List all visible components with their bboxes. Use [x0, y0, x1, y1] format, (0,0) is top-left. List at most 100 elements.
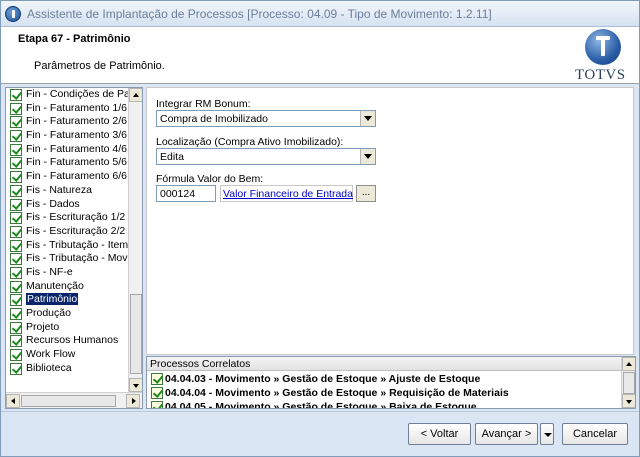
tree-horizontal-scrollbar[interactable] — [6, 392, 142, 408]
tree-item-label: Fin - Faturamento 1/6 — [26, 101, 127, 114]
chevron-down-icon[interactable] — [360, 111, 375, 126]
localizacao-label: Localização (Compra Ativo Imobilizado): — [156, 136, 344, 148]
checkbox-checked-icon[interactable] — [10, 239, 22, 252]
integrar-select[interactable]: Compra de Imobilizado — [156, 110, 376, 127]
formula-lookup-button[interactable]: ... — [356, 185, 376, 202]
scroll-up-icon[interactable] — [129, 88, 142, 102]
checkbox-checked-icon[interactable] — [10, 266, 22, 279]
checkbox-checked-icon[interactable] — [10, 198, 22, 211]
title-bar: Assistente de Implantação de Processos [… — [1, 1, 639, 27]
localizacao-select[interactable]: Edita — [156, 148, 376, 165]
process-check-icon — [151, 373, 163, 385]
formula-link[interactable]: Valor Financeiro de Entrada — [223, 188, 353, 200]
checkbox-checked-icon[interactable] — [10, 130, 22, 143]
checkbox-checked-icon[interactable] — [10, 184, 22, 197]
tree-item[interactable]: Fin - Faturamento 3/6 — [6, 129, 128, 143]
next-button[interactable]: Avançar > — [475, 423, 538, 445]
related-process-row[interactable]: 04.04.03 - Movimento » Gestão de Estoque… — [149, 372, 619, 386]
scroll-thumb[interactable] — [623, 372, 635, 394]
window-title: Assistente de Implantação de Processos [… — [27, 7, 492, 21]
tree-item[interactable]: Fin - Faturamento 4/6 — [6, 143, 128, 157]
app-icon — [5, 6, 21, 22]
parameters-panel: Integrar RM Bonum: Compra de Imobilizado… — [146, 87, 634, 355]
related-processes-panel: Processos Correlatos 04.04.03 - Moviment… — [146, 356, 636, 409]
tree-item-label: Fin - Faturamento 2/6 — [26, 115, 127, 128]
tree-item[interactable]: Fis - Tributação - Item — [6, 239, 128, 253]
related-process-label: 04.04.04 - Movimento » Gestão de Estoque… — [165, 387, 509, 399]
tree-item[interactable]: Fin - Condições de Pagamento — [6, 88, 128, 102]
cancel-button[interactable]: Cancelar — [562, 423, 628, 445]
checkbox-checked-icon[interactable] — [10, 157, 22, 170]
tree-item[interactable]: Fis - Escrituração 1/2 — [6, 211, 128, 225]
tree-item-label: Fin - Condições de Pagamento — [26, 88, 128, 100]
localizacao-value: Edita — [160, 151, 184, 163]
scroll-left-icon[interactable] — [6, 394, 20, 408]
checkbox-checked-icon[interactable] — [10, 294, 22, 307]
tree-item[interactable]: Fis - NF-e — [6, 266, 128, 280]
tree-item-label: Fin - Faturamento 4/6 — [26, 142, 127, 155]
formula-description-field: Valor Financeiro de Entrada — [220, 185, 353, 202]
tree-item[interactable]: Work Flow — [6, 348, 128, 362]
tree-item-label: Recursos Humanos — [26, 334, 119, 347]
tree-item-label: Patrimônio — [26, 293, 79, 306]
process-check-icon — [151, 401, 163, 408]
tree-item[interactable]: Projeto — [6, 321, 128, 335]
related-processes-header: Processos Correlatos — [147, 357, 621, 371]
next-menu-button[interactable] — [540, 423, 554, 445]
checkbox-checked-icon[interactable] — [10, 225, 22, 238]
checkbox-checked-icon[interactable] — [10, 89, 22, 101]
tree-item-label: Fin - Faturamento 3/6 — [26, 129, 127, 142]
tree-item-label: Work Flow — [26, 348, 76, 361]
tree-item[interactable]: Fis - Tributação - Movimento — [6, 252, 128, 266]
tree-item[interactable]: Produção — [6, 307, 128, 321]
tree-item[interactable]: Biblioteca — [6, 362, 128, 376]
tree-items: Fin - Condições de PagamentoFin - Fatura… — [6, 88, 128, 375]
tree-item[interactable]: Manutenção — [6, 280, 128, 294]
tree-item-label: Biblioteca — [26, 361, 72, 374]
checkbox-checked-icon[interactable] — [10, 362, 22, 375]
checkbox-checked-icon[interactable] — [10, 116, 22, 129]
checkbox-checked-icon[interactable] — [10, 335, 22, 348]
tree-item[interactable]: Fis - Natureza — [6, 184, 128, 198]
checkbox-checked-icon[interactable] — [10, 349, 22, 362]
back-button[interactable]: < Voltar — [408, 423, 471, 445]
related-process-row[interactable]: 04.04.05 - Movimento » Gestão de Estoque… — [149, 400, 619, 408]
checkbox-checked-icon[interactable] — [10, 308, 22, 320]
related-process-row[interactable]: 04.04.04 - Movimento » Gestão de Estoque… — [149, 386, 619, 400]
tree-item-label: Projeto — [26, 320, 60, 333]
tree-item[interactable]: Fis - Escrituração 2/2 — [6, 225, 128, 239]
tree-item-label: Manutenção — [26, 279, 84, 292]
checkbox-checked-icon[interactable] — [10, 280, 22, 293]
tree-item-label: Fis - Escrituração 2/2 — [26, 224, 126, 237]
scroll-thumb-horizontal[interactable] — [21, 395, 116, 407]
tree-item[interactable]: Fin - Faturamento 5/6 — [6, 156, 128, 170]
scroll-right-icon[interactable] — [126, 394, 140, 408]
related-processes-title: Processos Correlatos — [150, 358, 251, 370]
checkbox-checked-icon[interactable] — [10, 171, 22, 184]
scroll-down-icon[interactable] — [129, 378, 142, 392]
chevron-down-icon[interactable] — [360, 149, 375, 164]
tree-item[interactable]: Fin - Faturamento 2/6 — [6, 115, 128, 129]
checkbox-checked-icon[interactable] — [10, 212, 22, 225]
tree-item[interactable]: Patrimônio — [6, 293, 128, 307]
tree-item[interactable]: Fin - Faturamento 6/6 — [6, 170, 128, 184]
formula-code-input[interactable] — [156, 185, 216, 202]
tree-vertical-scrollbar[interactable] — [128, 88, 142, 392]
tree-item[interactable]: Fis - Dados — [6, 198, 128, 212]
tree-item-label: Fis - Tributação - Movimento — [26, 252, 128, 265]
scroll-down-icon[interactable] — [622, 394, 635, 408]
scroll-thumb[interactable] — [130, 294, 142, 374]
step-tree[interactable]: Fin - Condições de PagamentoFin - Fatura… — [5, 87, 143, 409]
scroll-up-icon[interactable] — [622, 357, 635, 371]
step-header: Etapa 67 - Patrimônio Parâmetros de Patr… — [1, 27, 639, 84]
related-process-label: 04.04.03 - Movimento » Gestão de Estoque… — [165, 373, 481, 385]
tree-item[interactable]: Fin - Faturamento 1/6 — [6, 102, 128, 116]
checkbox-checked-icon[interactable] — [10, 143, 22, 156]
checkbox-checked-icon[interactable] — [10, 102, 22, 115]
totvs-logo-text: TOTVS — [575, 67, 626, 83]
checkbox-checked-icon[interactable] — [10, 321, 22, 334]
tree-item[interactable]: Recursos Humanos — [6, 334, 128, 348]
checkbox-checked-icon[interactable] — [10, 253, 22, 266]
tree-item-label: Fis - NF-e — [26, 265, 73, 278]
related-vertical-scrollbar[interactable] — [621, 357, 635, 408]
